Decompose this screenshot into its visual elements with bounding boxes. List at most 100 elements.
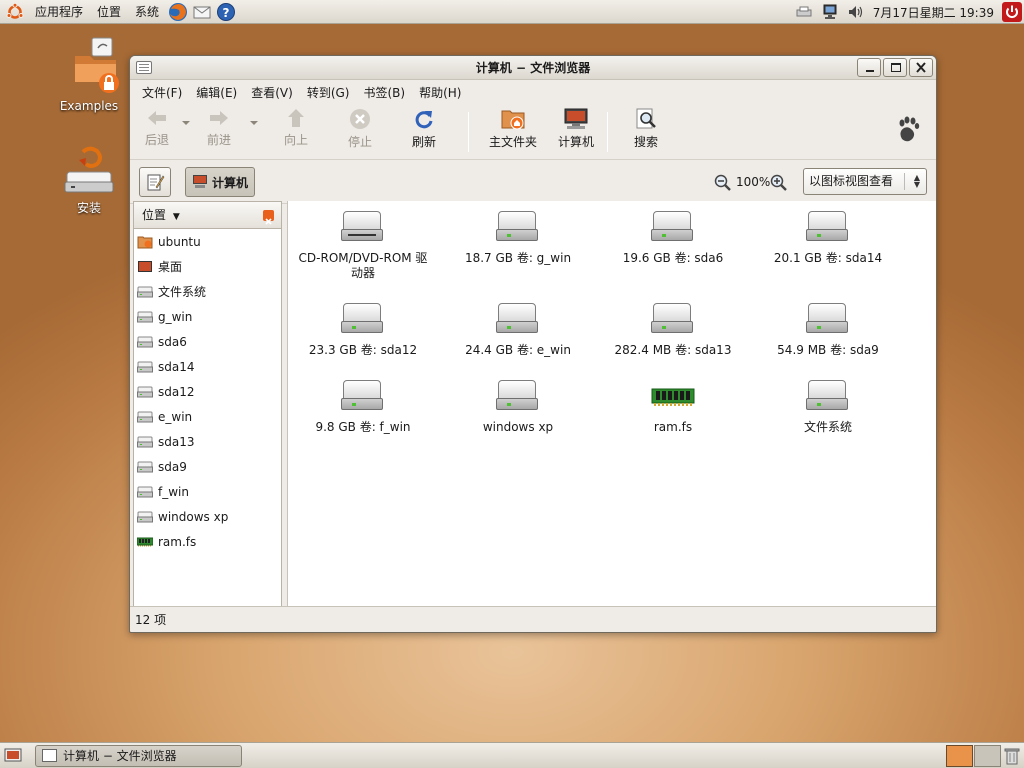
menu-edit[interactable]: 编辑(E) — [189, 84, 244, 101]
harddisk-icon — [496, 303, 540, 337]
help-icon[interactable]: ? — [216, 2, 236, 22]
harddisk-icon — [137, 435, 153, 449]
sidebar-item-label: 桌面 — [158, 260, 183, 274]
file-item-label: ram.fs — [653, 420, 693, 434]
computer-button[interactable]: 计算机 — [551, 104, 601, 160]
minimize-button[interactable] — [857, 58, 881, 77]
file-item[interactable]: 20.1 GB 卷: sda14 — [753, 211, 903, 266]
sidebar-item-ubuntu[interactable]: ubuntu — [134, 229, 281, 254]
clock[interactable]: 7月17日星期二 19:39 — [869, 4, 998, 21]
workspace-1[interactable] — [946, 745, 973, 767]
item-count: 12 项 — [135, 613, 167, 627]
window-menu-icon[interactable] — [136, 61, 152, 74]
home-folder-icon — [137, 235, 153, 249]
sidebar-item--[interactable]: 文件系统 — [134, 279, 281, 304]
close-sidepane-icon[interactable] — [263, 210, 274, 225]
power-icon[interactable] — [1002, 2, 1022, 22]
forward-arrow-icon — [210, 111, 228, 125]
file-item[interactable]: 19.6 GB 卷: sda6 — [598, 211, 748, 266]
menu-view[interactable]: 查看(V) — [244, 84, 300, 101]
file-item[interactable]: CD-ROM/DVD-ROM 驱动器 — [288, 211, 438, 281]
back-button[interactable]: 后退 — [134, 104, 180, 160]
file-item[interactable]: 282.4 MB 卷: sda13 — [598, 303, 748, 358]
gnome-foot-icon — [894, 114, 922, 147]
firefox-icon[interactable] — [168, 2, 188, 22]
sidebar-item-ram-fs[interactable]: ram.fs — [134, 529, 281, 554]
maximize-button[interactable] — [883, 58, 907, 77]
menu-bookmarks[interactable]: 书签(B) — [356, 84, 412, 101]
applications-menu[interactable]: 应用程序 — [28, 0, 90, 24]
sidebar-item-e-win[interactable]: e_win — [134, 404, 281, 429]
file-item[interactable]: ram.fs — [598, 380, 748, 435]
mail-icon[interactable] — [192, 2, 212, 22]
sidebar-item-f-win[interactable]: f_win — [134, 479, 281, 504]
bottom-panel: 计算机 − 文件浏览器 — [0, 742, 1024, 768]
top-panel: 应用程序 位置 系统 ? 7月17日星期二 19:39 — [0, 0, 1024, 24]
up-button[interactable]: 向上 — [258, 104, 334, 160]
stop-button[interactable]: 停止 — [334, 104, 386, 160]
window-title: 计算机 − 文件浏览器 — [475, 61, 591, 75]
trash-icon[interactable] — [1004, 747, 1020, 768]
sidebar-item-sda13[interactable]: sda13 — [134, 429, 281, 454]
sidebar-item-windows-xp[interactable]: windows xp — [134, 504, 281, 529]
sidebar-item-sda14[interactable]: sda14 — [134, 354, 281, 379]
menu-go[interactable]: 转到(G) — [300, 84, 357, 101]
workspace-2[interactable] — [974, 745, 1001, 767]
file-item-label: 9.8 GB 卷: f_win — [315, 420, 411, 434]
taskbar-window-button[interactable]: 计算机 − 文件浏览器 — [35, 745, 242, 767]
harddisk-icon — [137, 485, 153, 499]
sidebar-item-g-win[interactable]: g_win — [134, 304, 281, 329]
stop-icon — [350, 109, 370, 129]
harddisk-icon — [806, 380, 850, 414]
menu-help[interactable]: 帮助(H) — [412, 84, 468, 101]
home-folder-icon — [501, 110, 525, 130]
desktop-icon-install[interactable]: 安装 — [44, 146, 134, 216]
file-item[interactable]: 文件系统 — [753, 380, 903, 435]
harddisk-icon — [341, 380, 385, 414]
volume-icon[interactable] — [847, 4, 865, 20]
sidebar-item-sda12[interactable]: sda12 — [134, 379, 281, 404]
zoom-out-icon[interactable] — [714, 174, 732, 195]
file-item[interactable]: 9.8 GB 卷: f_win — [288, 380, 438, 435]
installer-icon — [64, 146, 114, 193]
harddisk-icon — [806, 303, 850, 337]
harddisk-icon — [651, 303, 695, 337]
zoom-level[interactable]: 100% — [736, 175, 770, 189]
side-pane: 位置 ▼ ubuntu 桌面文件系统 g_win sda6 sda14 sda12 e_wi… — [133, 201, 282, 607]
view-mode-select[interactable]: 以图标视图查看 ▲ ▼ — [803, 168, 927, 195]
cdrom-drive-icon — [341, 211, 385, 245]
sidebar-item--[interactable]: 桌面 — [134, 254, 281, 279]
desktop-icon-examples[interactable]: Examples — [44, 36, 134, 113]
reload-button[interactable]: 刷新 — [386, 104, 462, 160]
file-item[interactable]: 24.4 GB 卷: e_win — [443, 303, 593, 358]
home-button[interactable]: 主文件夹 — [475, 104, 551, 160]
sidebar-item-sda9[interactable]: sda9 — [134, 454, 281, 479]
sidebar-item-label: windows xp — [158, 509, 229, 524]
breadcrumb-computer[interactable]: 计算机 — [185, 167, 255, 197]
forward-button[interactable]: 前进 — [190, 104, 248, 160]
back-history-dropdown[interactable] — [182, 121, 190, 125]
sidebar-item-label: sda6 — [158, 334, 187, 349]
zoom-in-icon[interactable] — [770, 174, 788, 195]
side-pane-header[interactable]: 位置 ▼ — [133, 201, 282, 229]
file-item[interactable]: 54.9 MB 卷: sda9 — [753, 303, 903, 358]
ubuntu-logo-icon[interactable] — [6, 2, 24, 21]
toggle-location-entry-button[interactable] — [139, 167, 171, 197]
file-item[interactable]: windows xp — [443, 380, 593, 435]
sidebar-item-sda6[interactable]: sda6 — [134, 329, 281, 354]
show-desktop-icon[interactable] — [4, 748, 22, 767]
places-menu[interactable]: 位置 — [90, 0, 128, 24]
file-item[interactable]: 18.7 GB 卷: g_win — [443, 211, 593, 266]
window-titlebar[interactable]: 计算机 − 文件浏览器 — [130, 56, 936, 80]
file-item-label: windows xp — [482, 420, 554, 434]
system-menu[interactable]: 系统 — [128, 0, 166, 24]
printer-tray-icon[interactable] — [795, 4, 813, 20]
harddisk-icon — [137, 285, 153, 299]
forward-history-dropdown[interactable] — [250, 121, 258, 125]
close-button[interactable] — [909, 58, 933, 77]
file-item-label: 282.4 MB 卷: sda13 — [614, 343, 732, 357]
network-tray-icon[interactable] — [821, 4, 839, 20]
search-button[interactable]: 搜索 — [614, 104, 678, 160]
file-item[interactable]: 23.3 GB 卷: sda12 — [288, 303, 438, 358]
menu-file[interactable]: 文件(F) — [135, 84, 189, 101]
